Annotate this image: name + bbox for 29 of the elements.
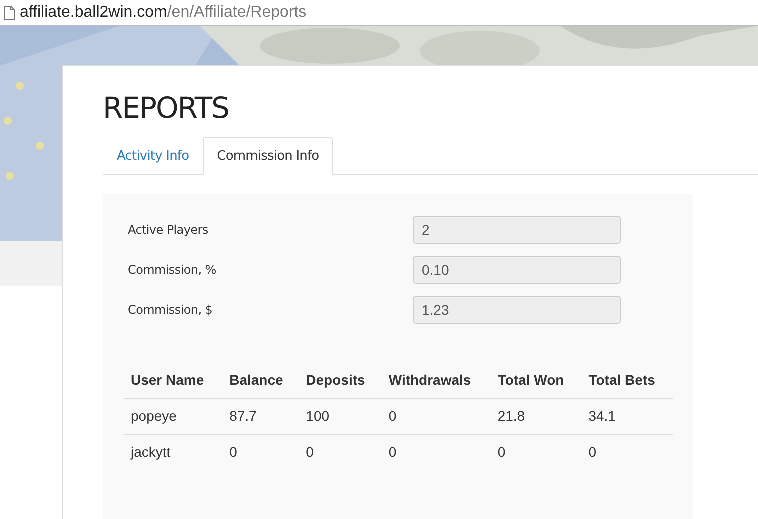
table-cell: 34.1 [582,398,673,434]
column-header: User Name [124,363,223,398]
page-title: REPORTS [103,90,230,126]
table-cell: 21.8 [490,398,582,434]
input-field[interactable]: 2 [413,216,621,244]
column-header: Withdrawals [382,363,491,398]
table-cell: 0 [382,398,491,434]
field-label: Active Players [127,223,210,237]
tab[interactable]: Activity Info [103,137,204,175]
input-field[interactable]: 0.10 [413,256,621,284]
table-cell: 87.7 [222,398,300,434]
column-header: Total Won [490,363,582,398]
table-cell: popeye [124,398,223,434]
column-header: Balance [222,363,300,398]
tab[interactable]: Commission Info [203,137,334,175]
table-cell: 0 [222,434,300,470]
url-text[interactable]: affiliate.ball2win.com/en/Affiliate/Reports [20,4,307,22]
field-label: Commission, $ [127,303,214,317]
table-cell: 0 [582,434,673,470]
table-cell: jackytt [124,434,223,470]
page-icon [4,6,15,20]
table-cell: 100 [299,398,382,434]
table-cell: 0 [490,434,582,470]
table-cell: 0 [299,434,382,470]
input-field[interactable]: 1.23 [413,296,621,324]
field-label: Commission, % [127,263,218,277]
column-header: Total Bets [582,363,673,398]
table-cell: 0 [382,434,491,470]
column-header: Deposits [299,363,382,398]
